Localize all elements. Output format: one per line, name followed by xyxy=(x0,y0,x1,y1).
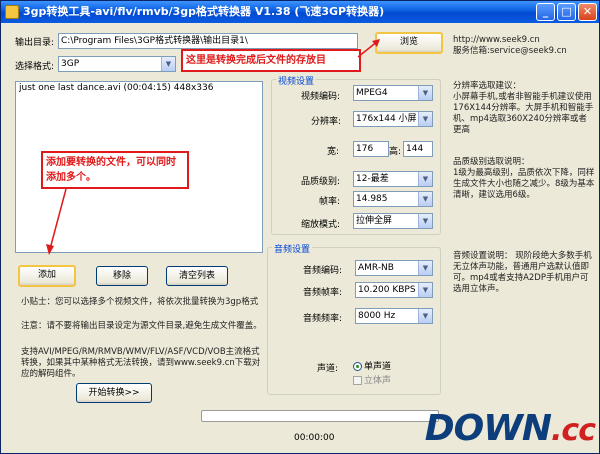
minimize-button[interactable]: _ xyxy=(536,3,555,21)
mono-radio[interactable]: 单声道 xyxy=(353,359,391,372)
mono-label: 单声道 xyxy=(364,362,392,372)
audio-codec-select[interactable]: AMR-NB ▼ xyxy=(355,260,433,276)
audio-settings-title: 音频设置 xyxy=(272,242,313,255)
website-url[interactable]: http://www.seek9.cn xyxy=(453,35,593,46)
checkbox-icon[interactable] xyxy=(353,376,362,385)
format-select[interactable]: 3GP ▼ xyxy=(58,56,176,72)
format-value: 3GP xyxy=(61,59,80,69)
list-item[interactable]: just one last dance.avi (00:04:15) 448x3… xyxy=(16,82,262,94)
chevron-down-icon[interactable]: ▼ xyxy=(418,112,432,126)
main-window: 3gp转换工具-avi/flv/rmvb/3gp格式转换器 V1.38 (飞速3… xyxy=(0,0,600,454)
output-arrow-icon xyxy=(357,39,380,58)
resolution-value: 176x144 小屏 xyxy=(356,114,417,124)
conversion-progress-bar xyxy=(201,410,439,422)
elapsed-time: 00:00:00 xyxy=(294,433,335,443)
chevron-down-icon[interactable]: ▼ xyxy=(418,283,432,297)
format-label: 选择格式: xyxy=(15,62,55,72)
app-icon xyxy=(5,5,19,19)
width-label: 宽: xyxy=(327,147,340,157)
audio-samplerate-label: 音频频率: xyxy=(303,314,343,324)
down-cc-logo: DOWN.cc xyxy=(425,397,599,453)
quality-label: 品质级别: xyxy=(301,177,341,187)
audio-samplerate-select[interactable]: 8000 Hz ▼ xyxy=(355,308,433,324)
video-settings-group: 视频设置 xyxy=(271,74,441,235)
add-arrow-icon xyxy=(46,188,67,255)
radio-selected-icon[interactable] xyxy=(353,362,362,371)
chevron-down-icon[interactable]: ▼ xyxy=(161,57,175,71)
width-input[interactable]: 176 xyxy=(353,141,389,157)
watermark-text: DOWN.cc xyxy=(424,408,596,449)
output-dir-label: 输出目录: xyxy=(15,38,55,48)
tip-supported-formats: 支持AVI/MPEG/RM/RMVB/WMV/FLV/ASF/VCD/VOB主流… xyxy=(21,347,261,379)
resolution-label: 分辨率: xyxy=(311,117,342,127)
height-label: 高: xyxy=(389,147,402,157)
tip-multiple-files: 小贴士：您可以选择多个视频文件，将依次批量转换为3gp格式 xyxy=(21,297,259,307)
video-codec-label: 视频编码: xyxy=(301,92,341,102)
title-bar[interactable]: 3gp转换工具-avi/flv/rmvb/3gp格式转换器 V1.38 (飞速3… xyxy=(1,1,599,23)
remove-button[interactable]: 移除 xyxy=(96,266,148,286)
chevron-down-icon[interactable]: ▼ xyxy=(418,172,432,186)
channel-label: 声道: xyxy=(317,364,339,374)
framerate-select[interactable]: 14.985 ▼ xyxy=(353,191,433,207)
video-codec-select[interactable]: MPEG4 ▼ xyxy=(353,85,433,101)
audio-help: 音频设置说明： 现阶段绝大多数手机无立体声功能，普通用户选默认值即可。mp4或者… xyxy=(453,251,592,294)
chevron-down-icon[interactable]: ▼ xyxy=(418,214,432,228)
chevron-down-icon[interactable]: ▼ xyxy=(418,86,432,100)
audio-bitrate-select[interactable]: 10.200 KBPS ▼ xyxy=(355,282,433,298)
scale-mode-select[interactable]: 拉伸全屏 ▼ xyxy=(353,213,433,229)
close-button[interactable]: ✕ xyxy=(578,3,597,21)
audio-samplerate-value: 8000 Hz xyxy=(358,311,396,321)
tip-output-dir: 注意：请不要将输出目录设定为源文件目录,避免生成文件覆盖。 xyxy=(21,321,262,331)
scale-mode-label: 缩放模式: xyxy=(301,220,341,230)
output-annotation: 这里是转换完成后文件的存放目 xyxy=(181,49,361,72)
quality-help: 品质级别选取说明： 1级为最高级别，品质依次下降，同样生成文件大小也随之减少。8… xyxy=(453,157,595,200)
quality-select[interactable]: 12-最差 ▼ xyxy=(353,171,433,187)
chevron-down-icon[interactable]: ▼ xyxy=(418,192,432,206)
audio-codec-label: 音频编码: xyxy=(303,266,343,276)
video-settings-title: 视频设置 xyxy=(276,74,317,87)
stereo-checkbox[interactable]: 立体声 xyxy=(353,373,391,386)
window-title: 3gp转换工具-avi/flv/rmvb/3gp格式转换器 V1.38 (飞速3… xyxy=(23,5,385,18)
chevron-down-icon[interactable]: ▼ xyxy=(418,261,432,275)
height-input[interactable]: 144 xyxy=(403,141,433,157)
watermark-suffix: .cc xyxy=(551,413,596,448)
video-codec-value: MPEG4 xyxy=(356,88,388,98)
service-email: 服务信箱:service@seek9.cn xyxy=(453,46,567,56)
audio-codec-value: AMR-NB xyxy=(358,263,394,273)
add-annotation: 添加要转换的文件，可以同时添加多个。 xyxy=(41,151,189,189)
watermark-word: DOWN xyxy=(424,408,552,449)
chevron-down-icon[interactable]: ▼ xyxy=(418,309,432,323)
output-dir-input[interactable]: C:\Program Files\3GP格式转换器\输出目录1\ xyxy=(58,33,358,49)
framerate-value: 14.985 xyxy=(356,194,388,204)
maximize-button[interactable]: □ xyxy=(557,3,576,21)
audio-bitrate-label: 音频帧率: xyxy=(303,288,343,298)
resolution-select[interactable]: 176x144 小屏 ▼ xyxy=(353,111,433,127)
resolution-help: 分辨率选取建议： 小屏幕手机,或者非智能手机建议使用176X144分辨率。大屏手… xyxy=(453,81,594,135)
stereo-label: 立体声 xyxy=(364,376,392,386)
add-button[interactable]: 添加 xyxy=(18,265,76,287)
framerate-label: 帧率: xyxy=(319,197,341,207)
scale-mode-value: 拉伸全屏 xyxy=(356,216,393,226)
clear-list-button[interactable]: 清空列表 xyxy=(166,266,228,286)
audio-bitrate-value: 10.200 KBPS xyxy=(358,285,416,295)
start-convert-button[interactable]: 开始转换>> xyxy=(76,383,152,403)
quality-value: 12-最差 xyxy=(356,174,389,184)
